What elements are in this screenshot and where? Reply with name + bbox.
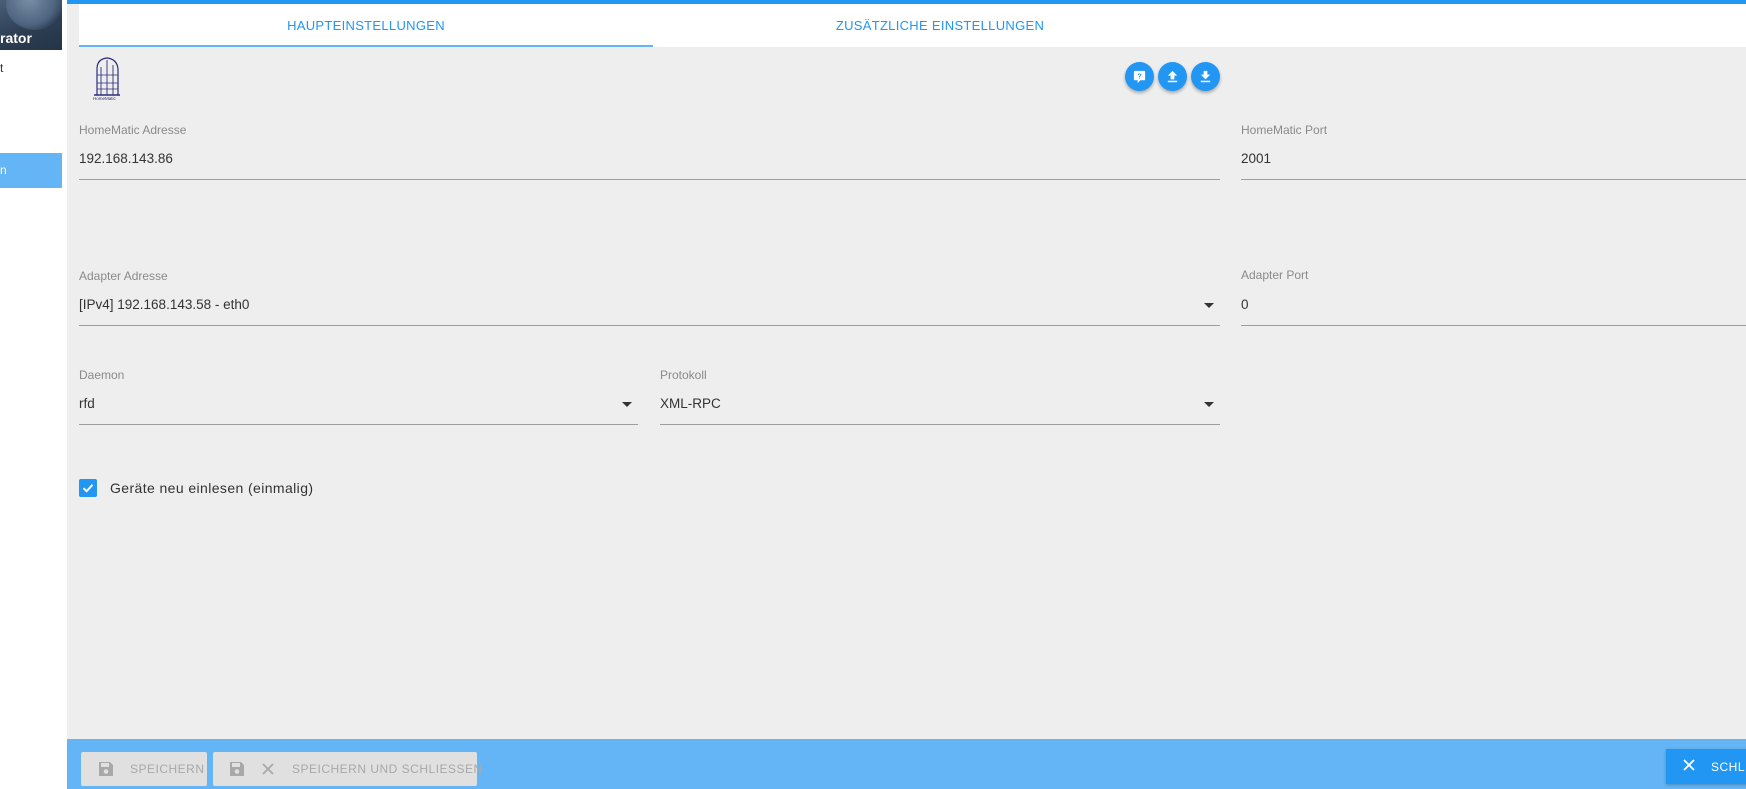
save-button[interactable]: SPEICHERN (81, 752, 207, 786)
reread-devices-checkbox[interactable] (79, 479, 97, 497)
adapter-port-label: Adapter Port (1241, 268, 1309, 282)
help-button[interactable]: ? (1125, 62, 1154, 91)
protocol-select[interactable]: Protokoll XML-RPC (660, 368, 1220, 426)
protocol-value[interactable]: XML-RPC (660, 396, 721, 411)
homematic-logo: HomeMatic (91, 55, 123, 101)
protocol-underline (660, 424, 1220, 425)
save-icon (228, 760, 246, 778)
sidebar-item-1[interactable]: t (0, 51, 62, 86)
reread-devices-label[interactable]: Geräte neu einlesen (einmalig) (110, 480, 313, 496)
adapter-settings-panel: HAUPTEINSTELLUNGEN ZUSÄTZLICHE EINSTELLU… (67, 0, 1746, 789)
save-and-close-button[interactable]: SPEICHERN UND SCHLIESSEN (213, 752, 482, 786)
adapter-port-underline (1241, 325, 1746, 326)
homematic-port-value[interactable]: 2001 (1241, 151, 1271, 166)
footer-bar: SPEICHERN SPEICHERN UND SCHLIESSEN SCHL (67, 739, 1746, 789)
close-icon (1682, 758, 1698, 775)
sidebar-user-name: rator (0, 30, 32, 46)
homematic-port-underline (1241, 179, 1746, 180)
daemon-value[interactable]: rfd (79, 396, 95, 411)
daemon-underline (79, 424, 638, 425)
adapter-port-value[interactable]: 0 (1241, 297, 1249, 312)
close-button[interactable]: SCHL (1666, 749, 1746, 784)
svg-text:HomeMatic: HomeMatic (93, 96, 117, 101)
chevron-down-icon[interactable] (622, 402, 632, 407)
download-button[interactable] (1191, 62, 1220, 91)
close-icon (261, 762, 275, 776)
svg-text:?: ? (1137, 71, 1142, 80)
sidebar-user-header: rator (0, 0, 62, 50)
adapter-address-underline (79, 325, 1220, 326)
homematic-address-field[interactable]: HomeMatic Adresse 192.168.143.86 (79, 123, 1220, 181)
sidebar-item-active[interactable]: n (0, 153, 62, 188)
tab-bar: HAUPTEINSTELLUNGEN ZUSÄTZLICHE EINSTELLU… (79, 4, 1746, 47)
save-icon (97, 760, 115, 778)
homematic-port-field[interactable]: HomeMatic Port 2001 (1241, 123, 1746, 181)
adapter-address-label: Adapter Adresse (79, 269, 168, 283)
homematic-address-underline (79, 179, 1220, 180)
adapter-address-value[interactable]: [IPv4] 192.168.143.58 - eth0 (79, 297, 249, 312)
tab-additional-settings[interactable]: ZUSÄTZLICHE EINSTELLUNGEN (653, 4, 1227, 47)
help-icon: ? (1133, 70, 1146, 84)
close-label: SCHL (1711, 759, 1746, 774)
adapter-port-field[interactable]: Adapter Port 0 (1241, 268, 1746, 327)
chevron-down-icon[interactable] (1204, 402, 1214, 407)
homematic-address-value[interactable]: 192.168.143.86 (79, 151, 173, 166)
check-icon (82, 484, 94, 493)
download-icon (1200, 70, 1211, 83)
homematic-address-label: HomeMatic Adresse (79, 123, 187, 137)
upload-icon (1167, 70, 1178, 83)
avatar (6, 0, 62, 30)
active-tab-indicator (79, 45, 653, 47)
protocol-label: Protokoll (660, 368, 707, 382)
daemon-label: Daemon (79, 368, 125, 382)
tab-main-settings[interactable]: HAUPTEINSTELLUNGEN (79, 4, 653, 47)
homematic-port-label: HomeMatic Port (1241, 123, 1328, 137)
save-label: SPEICHERN (130, 762, 205, 776)
sidebar: rator t n (0, 0, 62, 789)
daemon-select[interactable]: Daemon rfd (79, 368, 638, 426)
upload-button[interactable] (1158, 62, 1187, 91)
adapter-address-select[interactable]: Adapter Adresse [IPv4] 192.168.143.58 - … (79, 269, 1220, 327)
save-and-close-label: SPEICHERN UND SCHLIESSEN (292, 762, 483, 776)
chevron-down-icon[interactable] (1204, 303, 1214, 308)
